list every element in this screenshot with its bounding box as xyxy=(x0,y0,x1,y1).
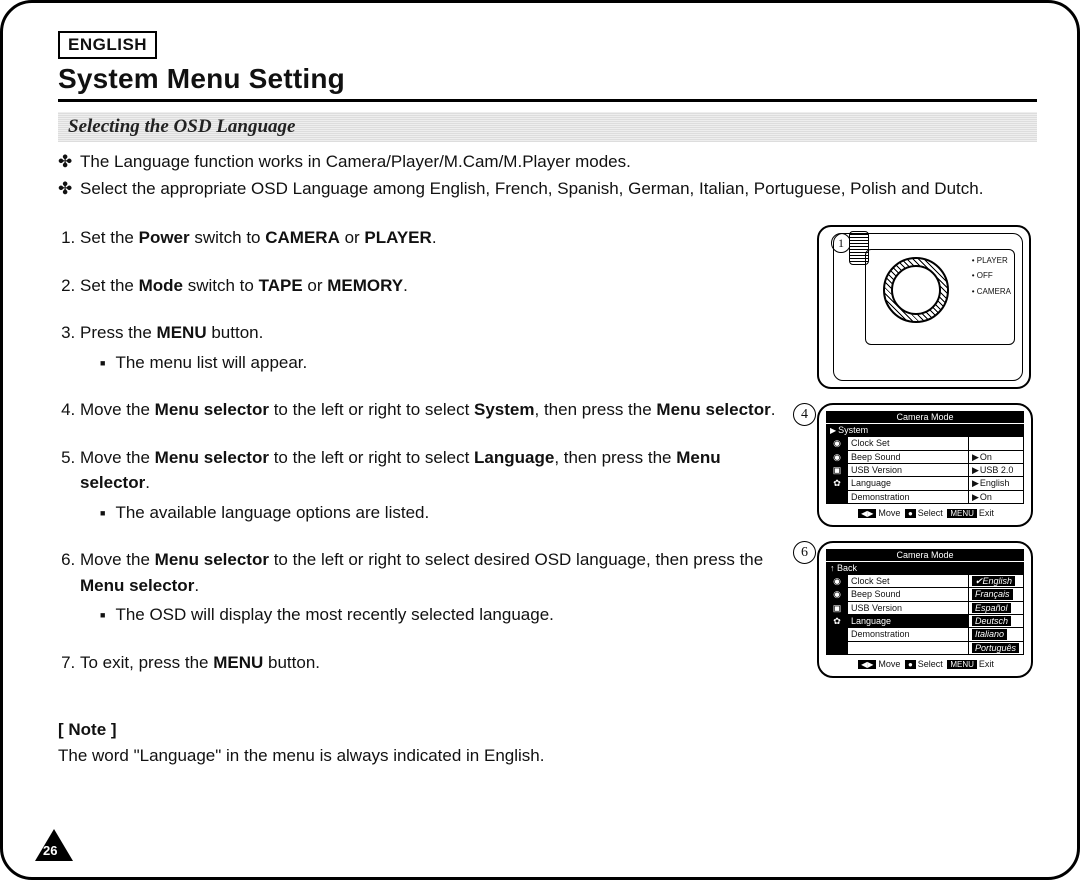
intro-block: ✤ The Language function works in Camera/… xyxy=(58,150,1037,201)
figure-osd-6: 6 Camera Mode ↑ Back ◉Clock Set✔English … xyxy=(817,541,1037,678)
osd6-menu: ◉Clock Set✔English ◉Beep SoundFrançais ▣… xyxy=(826,574,1024,655)
step-6-sub: The OSD will display the most recently s… xyxy=(100,602,793,628)
menu-icon xyxy=(827,628,848,641)
page-title: System Menu Setting xyxy=(58,63,1037,95)
title-rule xyxy=(58,99,1037,102)
note-block: [ Note ] The word "Language" in the menu… xyxy=(58,717,793,768)
osd4-title: Camera Mode xyxy=(826,411,1024,423)
step-6: Move the Menu selector to the left or ri… xyxy=(80,547,793,628)
osd6-back: ↑ Back xyxy=(826,562,1024,574)
power-dial-icon xyxy=(883,257,949,323)
menu-icon: ◉ xyxy=(827,450,848,463)
move-icon: ◀▶ xyxy=(858,660,876,669)
step-7: To exit, press the MENU button. xyxy=(80,650,793,676)
step-3-sub: The menu list will appear. xyxy=(100,350,793,376)
note-text: The word "Language" in the menu is alway… xyxy=(58,743,793,769)
step-5-sub: The available language options are liste… xyxy=(100,500,793,526)
step-5: Move the Menu selector to the left or ri… xyxy=(80,445,793,526)
step-2: Set the Mode switch to TAPE or MEMORY. xyxy=(80,273,793,299)
figures-column: 1 PLAYER OFF CAMERA 4 Camera Mode Sys xyxy=(817,225,1037,768)
note-label: [ Note ] xyxy=(58,717,793,743)
step-1: Set the Power switch to CAMERA or PLAYER… xyxy=(80,225,793,251)
menu-icon: ✿ xyxy=(827,477,848,490)
select-icon: ● xyxy=(905,660,916,669)
menu-icon: ▣ xyxy=(827,463,848,476)
step-4: Move the Menu selector to the left or ri… xyxy=(80,397,793,423)
menu-icon xyxy=(827,490,848,503)
figure-osd-4: 4 Camera Mode System ◉Clock Set ◉Beep So… xyxy=(817,403,1037,527)
menu-icon: ◉ xyxy=(827,575,848,588)
menu-icon: ✿ xyxy=(827,615,848,628)
intro-line-2: Select the appropriate OSD Language amon… xyxy=(80,177,983,202)
step-3: Press the MENU button. The menu list wil… xyxy=(80,320,793,375)
menu-icon: ▣ xyxy=(827,601,848,614)
section-subtitle: Selecting the OSD Language xyxy=(58,112,1037,142)
figure-camera: 1 PLAYER OFF CAMERA xyxy=(817,225,1037,389)
page-number: 26 xyxy=(43,843,57,858)
osd4-footer: ◀▶Move ●Select MENUExit xyxy=(826,508,1024,518)
instructions-column: Set the Power switch to CAMERA or PLAYER… xyxy=(58,225,793,768)
osd4-selected: System xyxy=(826,424,1024,436)
osd4-menu: ◉Clock Set ◉Beep Sound▶On ▣USB Version▶U… xyxy=(826,436,1024,504)
osd6-title: Camera Mode xyxy=(826,549,1024,561)
figure-4-badge: 4 xyxy=(793,403,816,426)
menu-chip-icon: MENU xyxy=(947,509,977,518)
move-icon: ◀▶ xyxy=(858,509,876,518)
menu-chip-icon: MENU xyxy=(947,660,977,669)
dial-labels: PLAYER OFF CAMERA xyxy=(972,253,1011,299)
menu-icon: ◉ xyxy=(827,588,848,601)
menu-icon: ◉ xyxy=(827,437,848,450)
manual-page: ENGLISH System Menu Setting Selecting th… xyxy=(0,0,1080,880)
bullet-icon: ✤ xyxy=(58,177,80,202)
osd6-footer: ◀▶Move ●Select MENUExit xyxy=(826,659,1024,669)
bullet-icon: ✤ xyxy=(58,150,80,175)
figure-6-badge: 6 xyxy=(793,541,816,564)
language-tag: ENGLISH xyxy=(58,31,157,59)
intro-line-1: The Language function works in Camera/Pl… xyxy=(80,150,631,175)
select-icon: ● xyxy=(905,509,916,518)
